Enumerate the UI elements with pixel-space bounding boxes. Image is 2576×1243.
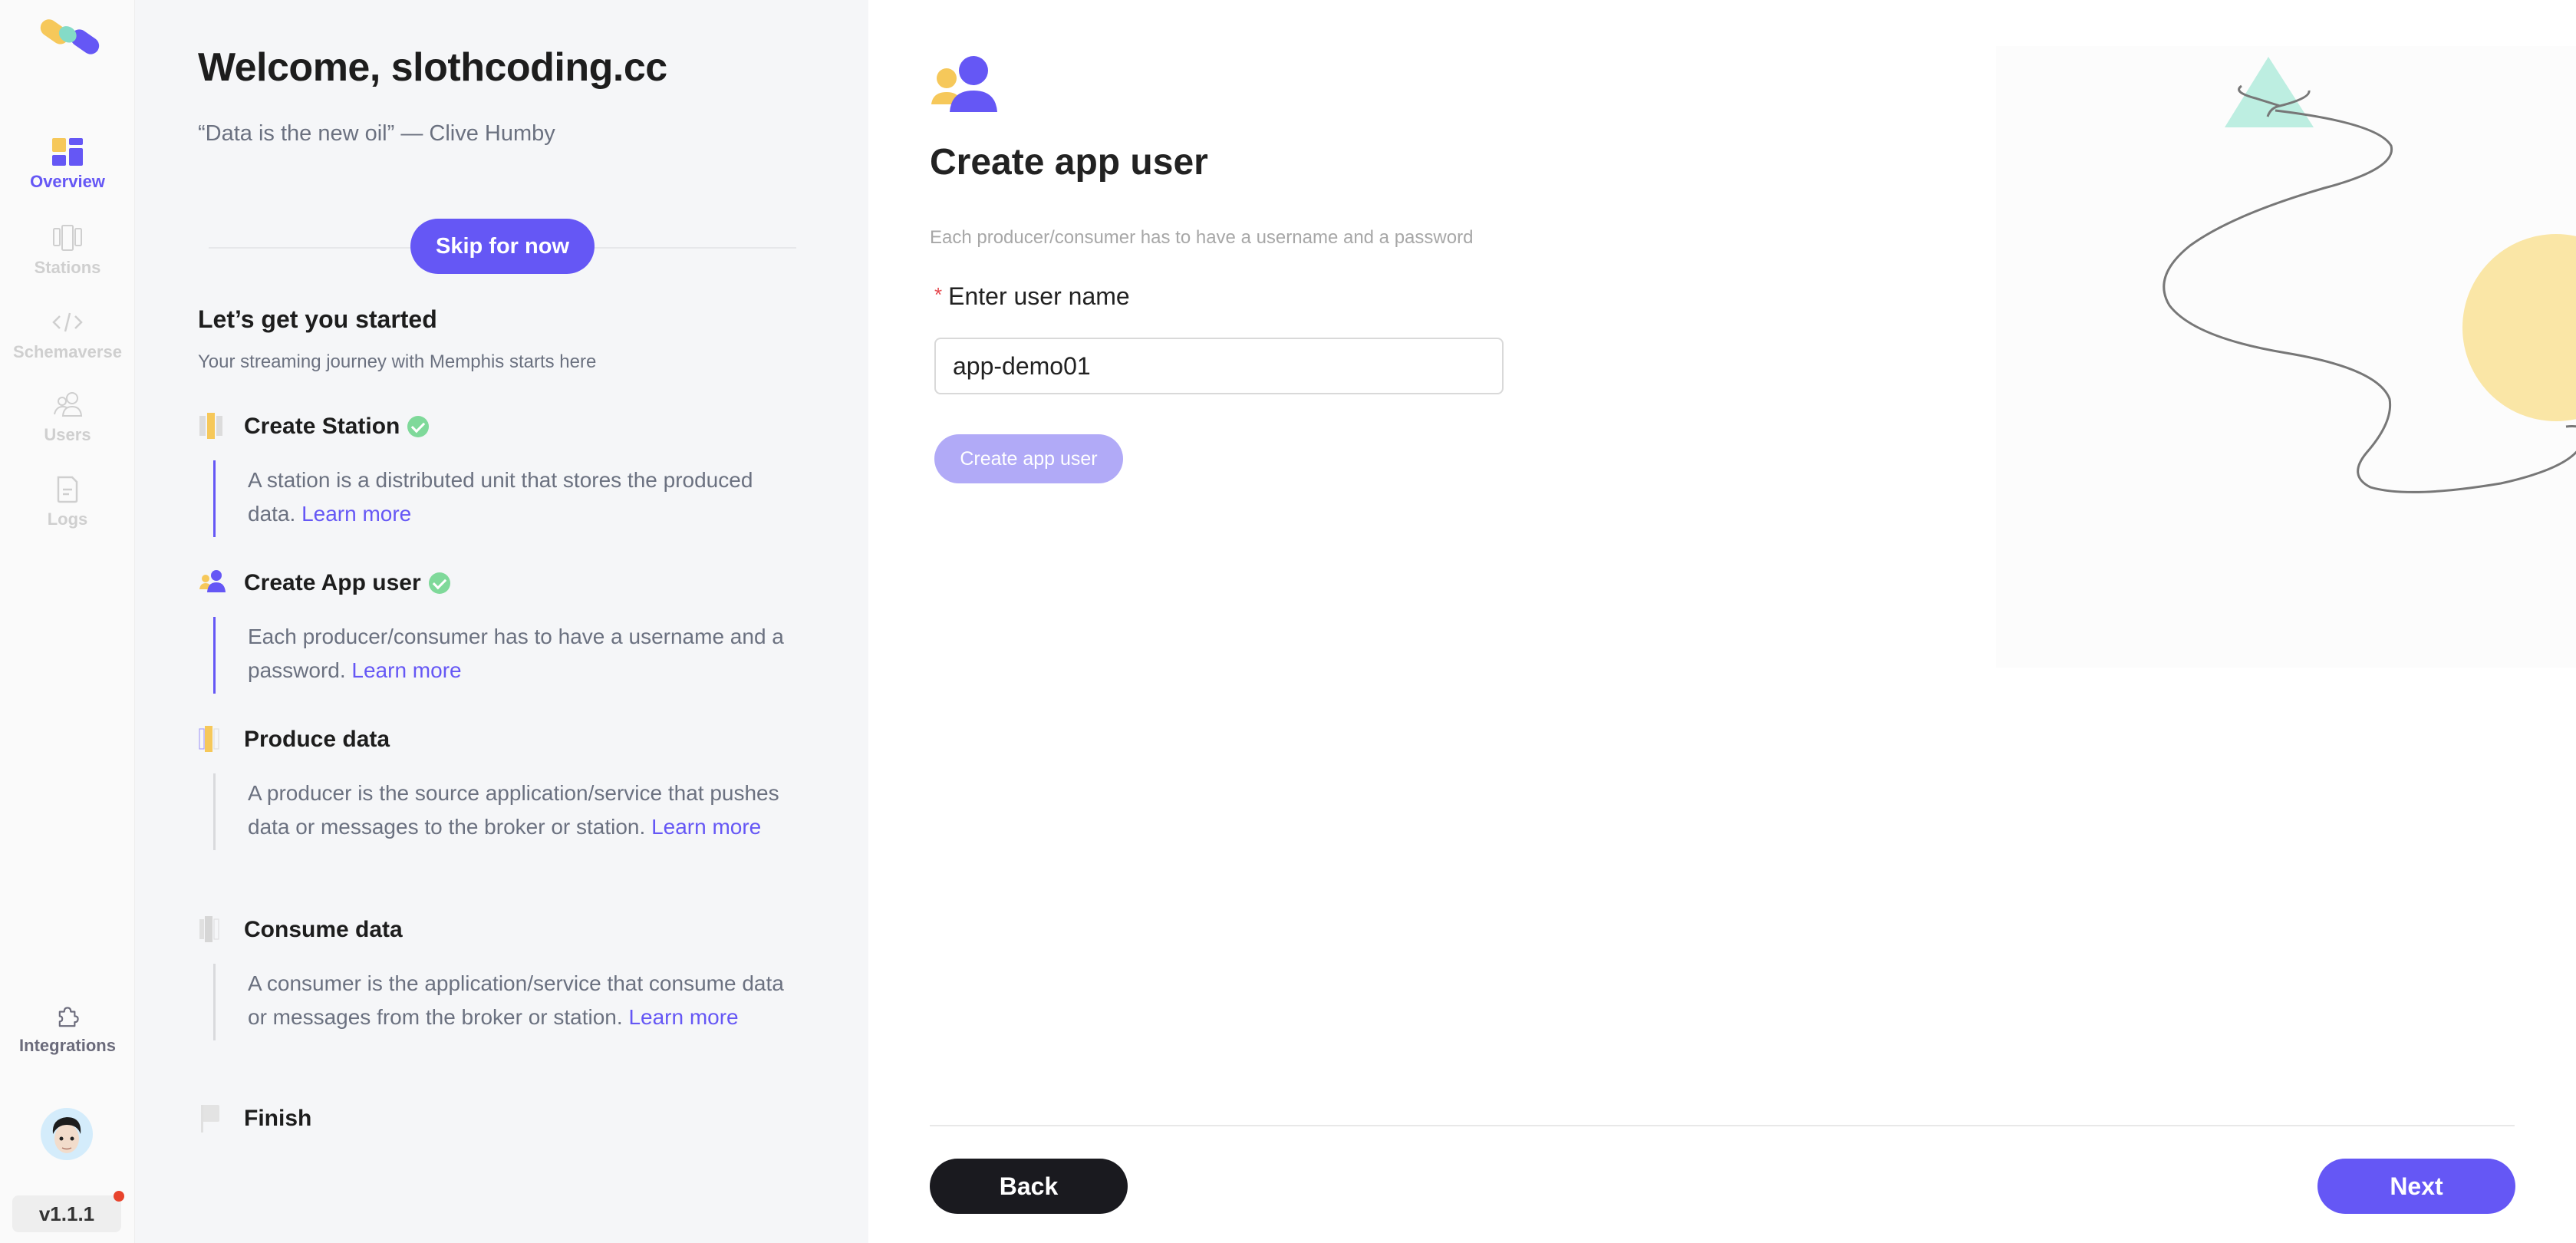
app-users-icon (931, 56, 997, 112)
memphis-logo-icon[interactable] (34, 11, 103, 64)
sidebar-item-label: Integrations (19, 1036, 116, 1055)
sidebar-item-schemaverse[interactable]: Schemaverse (0, 307, 135, 362)
sidebar: Overview Stations Schemaverse Users Logs… (0, 0, 135, 1243)
triangle-shape (2225, 57, 2314, 127)
check-complete-icon (428, 572, 450, 594)
step-title: Produce data (244, 727, 390, 752)
quote-text: “Data is the new oil” — Clive Humby (198, 121, 555, 146)
step-description: A station is a distributed unit that sto… (213, 460, 796, 537)
username-input[interactable] (934, 338, 1504, 394)
journey-illustration (2163, 57, 2576, 493)
footer-divider (930, 1125, 2515, 1126)
sidebar-item-label: Logs (47, 509, 88, 529)
sidebar-item-label: Overview (30, 172, 105, 191)
sidebar-item-integrations[interactable]: Integrations (0, 1005, 135, 1056)
step-finish: Finish (198, 1103, 858, 1134)
version-badge[interactable]: v1.1.1 (12, 1195, 121, 1232)
sidebar-item-stations[interactable]: Stations (0, 223, 135, 278)
welcome-title: Welcome, slothcoding.cc (198, 45, 667, 90)
step-description-text: Each producer/consumer has to have a use… (248, 625, 784, 682)
planet-shape (2462, 234, 2576, 421)
step-create-station: Create Station A station is a distribute… (198, 411, 858, 537)
step-description: A consumer is the application/service th… (213, 964, 796, 1040)
next-button[interactable]: Next (2317, 1159, 2515, 1214)
step-title: Create Station (244, 414, 400, 439)
flag-icon (201, 1105, 219, 1133)
getting-started-title: Let’s get you started (198, 305, 437, 333)
produce-step-icon (199, 726, 219, 752)
station-step-icon (199, 413, 222, 439)
step-create-app-user: Create App user Each producer/consumer h… (198, 568, 858, 694)
user-avatar[interactable] (41, 1108, 93, 1160)
getting-started-subtitle: Your streaming journey with Memphis star… (198, 351, 597, 372)
step-consume-data: Consume data A consumer is the applicati… (198, 915, 858, 1040)
step-title: Consume data (244, 917, 403, 942)
back-button[interactable]: Back (930, 1159, 1128, 1214)
step-produce-data: Produce data A producer is the source ap… (198, 724, 858, 850)
users-icon (54, 392, 83, 417)
onboarding-panel: Welcome, slothcoding.cc “Data is the new… (135, 0, 868, 1243)
username-label: * Enter user name (934, 282, 1130, 311)
skip-for-now-button[interactable]: Skip for now (410, 219, 595, 274)
learn-more-link[interactable]: Learn more (651, 815, 761, 839)
username-label-text: Enter user name (948, 282, 1130, 310)
avatar-face-icon (52, 1117, 81, 1153)
step-description: A producer is the source application/ser… (213, 773, 796, 850)
learn-more-link[interactable]: Learn more (301, 502, 411, 526)
code-icon (52, 312, 83, 332)
sidebar-item-label: Schemaverse (13, 342, 122, 361)
sidebar-item-label: Stations (34, 258, 101, 277)
learn-more-link[interactable]: Learn more (628, 1005, 738, 1029)
update-notification-dot (114, 1191, 124, 1202)
step-title: Create App user (244, 570, 421, 595)
step-description: Each producer/consumer has to have a use… (213, 617, 796, 694)
sidebar-item-overview[interactable]: Overview (0, 137, 135, 192)
logs-icon (57, 476, 78, 503)
check-complete-icon (407, 416, 430, 437)
sidebar-item-label: Users (44, 425, 91, 444)
required-mark: * (934, 283, 943, 306)
stations-icon (53, 225, 82, 251)
main-content: Create app user Each producer/consumer h… (868, 0, 2576, 1243)
puzzle-icon (58, 1007, 79, 1027)
overview-icon (52, 138, 83, 166)
page-title: Create app user (930, 142, 1208, 183)
sidebar-item-users[interactable]: Users (0, 390, 135, 445)
sidebar-item-logs[interactable]: Logs (0, 474, 135, 529)
create-app-user-button[interactable]: Create app user (934, 434, 1123, 483)
step-title: Finish (244, 1106, 312, 1131)
app-user-step-icon (199, 570, 226, 592)
learn-more-link[interactable]: Learn more (351, 658, 461, 682)
page-description: Each producer/consumer has to have a use… (930, 227, 1474, 248)
consume-step-icon (199, 916, 219, 942)
